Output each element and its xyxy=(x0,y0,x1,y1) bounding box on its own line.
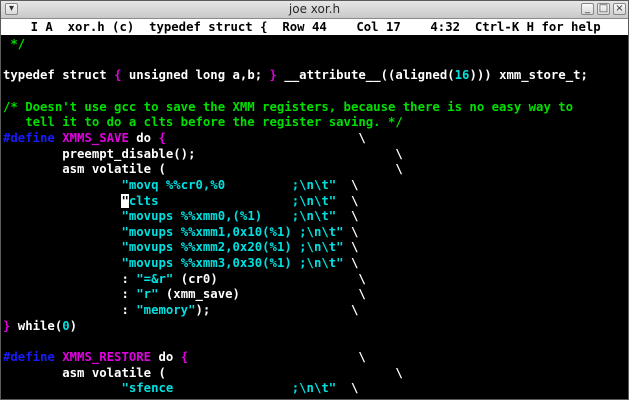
code-token: { xyxy=(180,350,189,364)
text-cursor: " xyxy=(121,193,129,208)
code-token: #define xyxy=(3,130,63,145)
code-token: 0 xyxy=(62,318,70,333)
code-token: { xyxy=(158,130,166,145)
terminal-area[interactable]: I A xor.h (c) typedef struct { Row 44 Co… xyxy=(1,19,628,399)
code-token: /* Doesn't use gcc to save the XMM regis… xyxy=(3,99,574,114)
code-token: \ xyxy=(165,130,366,145)
code-token: XMMS_RESTORE xyxy=(62,350,152,364)
code-token: asm volatile ( \ xyxy=(3,162,403,177)
code-token: \ xyxy=(343,256,359,271)
code-line: preempt_disable(); \ xyxy=(3,146,403,162)
code-token: "sfence ;\n\t" xyxy=(121,381,337,396)
code-token: unsigned long a,b; xyxy=(121,68,270,83)
code-token: */ xyxy=(3,37,26,51)
code-token: \ xyxy=(343,240,359,255)
code-token: ) xyxy=(69,318,78,333)
close-icon[interactable]: × xyxy=(613,3,626,15)
code-token: do xyxy=(151,350,181,364)
code-token: "movq %%cr0,%0 ;\n\t" xyxy=(121,177,337,192)
code-token: clts ;\n\t" xyxy=(128,193,337,208)
terminal-window: ▾ joe xor.h _ □ × I A xor.h (c) typedef … xyxy=(0,0,629,400)
code-token: \ xyxy=(336,381,359,396)
code-token: while( xyxy=(10,318,63,333)
code-line: /* Doesn't use gcc to save the XMM regis… xyxy=(3,99,573,115)
code-token: \ xyxy=(188,350,366,364)
code-token: "movups %%xmm2,0x20(%1) ;\n\t" xyxy=(121,240,344,255)
code-line: tell it to do a clts before the register… xyxy=(3,114,403,130)
code-token: \ xyxy=(336,177,359,192)
code-token: "movups %%xmm0,(%1) ;\n\t" xyxy=(121,209,337,224)
code-line: : "r" (xmm_save) \ xyxy=(3,286,366,302)
code-token: \ xyxy=(336,209,359,224)
code-line: "movups %%xmm1,0x10(%1) ;\n\t" \ xyxy=(3,224,358,240)
code-token: \ xyxy=(336,193,359,208)
code-token: ); \ xyxy=(195,303,359,318)
code-token: "=&r" xyxy=(136,271,174,286)
code-token: "movups %%xmm1,0x10(%1) ;\n\t" xyxy=(121,224,344,239)
code-token: : xyxy=(3,303,137,318)
code-line: typedef struct { unsigned long a,b; } __… xyxy=(3,67,588,83)
code-token: (cr0) \ xyxy=(173,271,366,286)
code-line: "movups %%xmm0,(%1) ;\n\t" \ xyxy=(3,208,358,224)
code-line: #define XMMS_SAVE do { \ xyxy=(3,130,366,146)
code-token: #define xyxy=(3,350,63,364)
code-token: "memory" xyxy=(136,303,196,318)
code-token: asm volatile ( \ xyxy=(3,365,403,380)
code-token: "r" xyxy=(136,287,159,302)
code-token: tell it to do a clts before the register… xyxy=(3,115,403,130)
code-token: do xyxy=(128,130,159,145)
window-title: joe xor.h xyxy=(288,2,341,16)
code-token: } xyxy=(269,68,277,83)
code-token: (xmm_save) \ xyxy=(158,287,366,302)
code-token: typedef struct xyxy=(3,68,115,83)
code-token: XMMS_SAVE xyxy=(62,130,129,145)
code-line: asm volatile ( \ xyxy=(3,365,403,381)
code-line: : "memory"); \ xyxy=(3,302,358,318)
title-bar[interactable]: ▾ joe xor.h _ □ × xyxy=(1,1,628,19)
code-token: 16 xyxy=(454,68,470,83)
code-line: "movq %%cr0,%0 ;\n\t" \ xyxy=(3,177,358,193)
code-line: */ xyxy=(3,36,25,52)
code-token: "movups %%xmm3,0x30(%1) ;\n\t" xyxy=(121,256,344,271)
code-line: asm volatile ( \ xyxy=(3,161,403,177)
code-line: "sfence ;\n\t" \ xyxy=(3,380,358,396)
code-token: ))) xmm_store_t; xyxy=(469,68,588,83)
code-line: "movups %%xmm3,0x30(%1) ;\n\t" \ xyxy=(3,255,358,271)
code-token: : xyxy=(3,287,137,302)
code-token: __attribute__((aligned( xyxy=(276,68,455,83)
code-token: \ xyxy=(343,224,359,239)
code-line: #define XMMS_RESTORE do { \ xyxy=(3,349,366,365)
editor-status-bar: I A xor.h (c) typedef struct { Row 44 Co… xyxy=(1,19,628,35)
maximize-icon[interactable]: □ xyxy=(597,3,610,15)
code-line: "movups %%xmm2,0x20(%1) ;\n\t" \ xyxy=(3,239,358,255)
code-line: : "=&r" (cr0) \ xyxy=(3,271,366,287)
code-token: : xyxy=(3,271,137,286)
code-line: } while(0) xyxy=(3,318,77,334)
code-token: preempt_disable(); \ xyxy=(3,146,403,161)
minimize-icon[interactable]: _ xyxy=(581,3,594,15)
code-line: "clts ;\n\t" \ xyxy=(3,193,358,209)
